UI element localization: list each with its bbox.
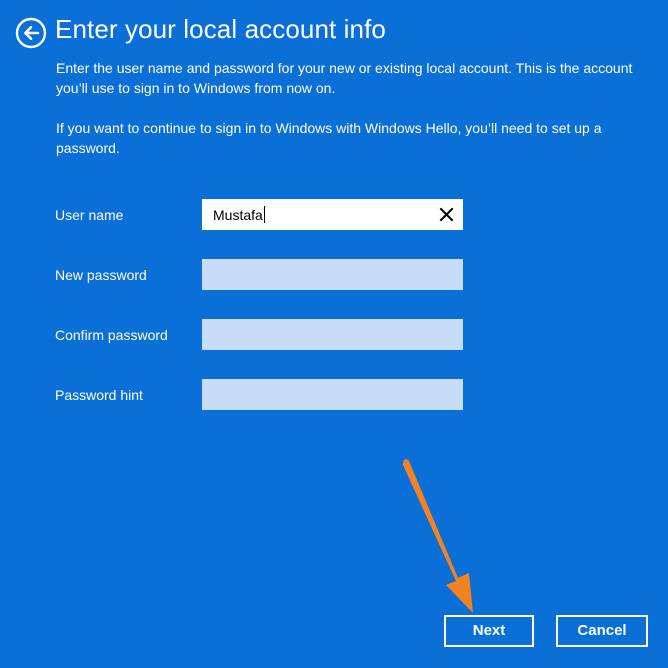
text-caret (263, 206, 265, 223)
username-label: User name (55, 207, 124, 223)
password-hint-label: Password hint (55, 387, 143, 403)
page-title: Enter your local account info (55, 14, 386, 44)
new-password-label: New password (55, 267, 147, 283)
new-password-input[interactable] (202, 259, 463, 290)
description-paragraph-1: Enter the user name and password for you… (56, 60, 633, 96)
username-input-text: Mustafa (213, 206, 265, 224)
confirm-password-label: Confirm password (55, 327, 168, 343)
close-icon[interactable] (439, 207, 454, 222)
username-input[interactable]: Mustafa (202, 199, 463, 230)
username-value: Mustafa (213, 207, 263, 223)
next-button[interactable]: Next (444, 615, 534, 647)
cancel-button[interactable]: Cancel (556, 615, 648, 647)
description-paragraph-2: If you want to continue to sign in to Wi… (56, 120, 602, 156)
confirm-password-input[interactable] (202, 319, 463, 350)
back-arrow-icon (15, 17, 47, 49)
password-hint-input[interactable] (202, 379, 463, 410)
back-button[interactable] (15, 17, 47, 49)
